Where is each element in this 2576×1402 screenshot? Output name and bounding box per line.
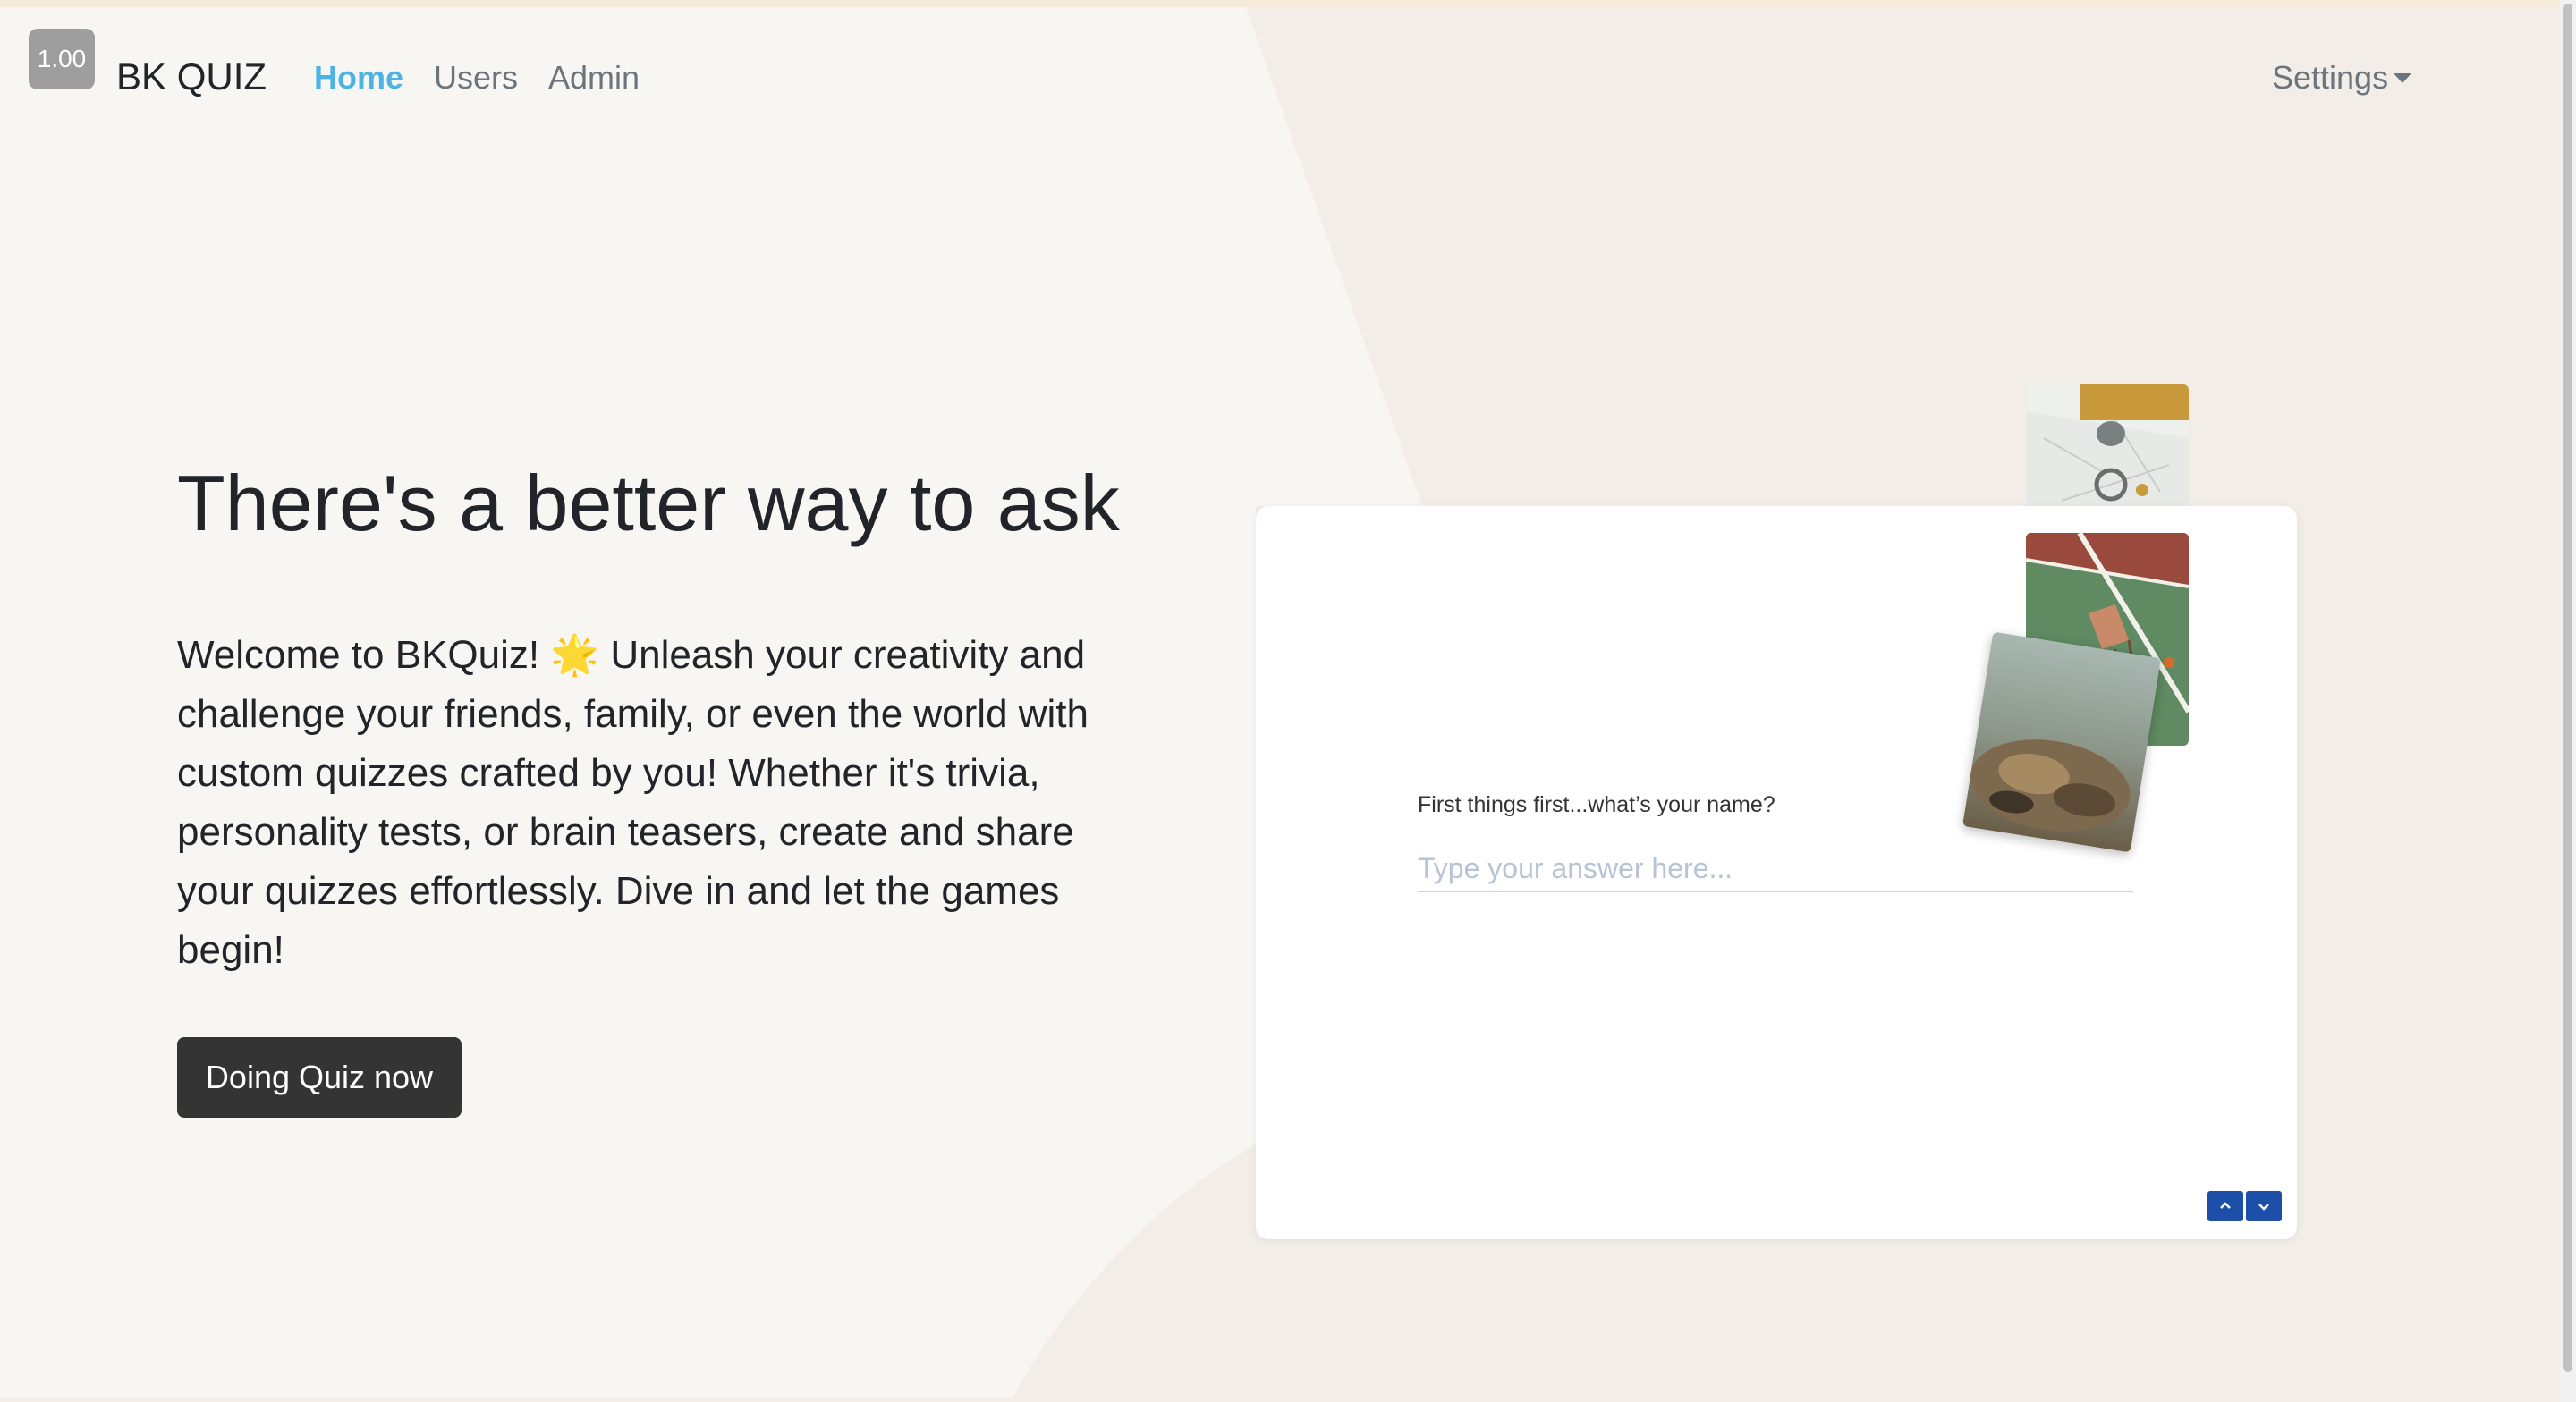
nav-link-admin[interactable]: Admin [548,59,640,97]
chevron-down-icon [2258,1204,2269,1211]
doing-quiz-button[interactable]: Doing Quiz now [177,1037,462,1118]
caret-down-icon [2394,72,2412,83]
top-accent-line [0,0,2560,7]
chevron-up-button[interactable] [2207,1191,2243,1221]
nav-link-home[interactable]: Home [314,59,403,97]
settings-label: Settings [2272,59,2389,96]
hero-title: There's a better way to ask [177,459,1120,547]
preview-photo-table [2026,384,2189,517]
settings-dropdown[interactable]: Settings [2272,59,2412,97]
preview-photo-coral [1962,631,2162,853]
navbar: 1.00 BK QUIZ Home Users Admin Settings [0,7,2560,150]
version-badge: 1.00 [29,29,95,89]
brand-link[interactable]: BK QUIZ [116,55,267,98]
hero-description: Welcome to BKQuiz! 🌟 Unleash your creati… [177,633,1089,972]
chevron-up-icon [2220,1202,2231,1209]
preview-answer-input[interactable] [1418,846,2133,892]
page-scrollbar[interactable] [2560,0,2576,1402]
bottom-strip [0,1398,2560,1402]
chevron-down-button[interactable] [2246,1191,2282,1221]
preview-nav-arrows [2207,1191,2282,1221]
scrollbar-thumb[interactable] [2563,4,2572,1372]
nav-link-users[interactable]: Users [434,59,518,97]
preview-question: First things first...what’s your name? [1418,792,1775,817]
page: 1.00 BK QUIZ Home Users Admin Settings T… [0,0,2576,1402]
